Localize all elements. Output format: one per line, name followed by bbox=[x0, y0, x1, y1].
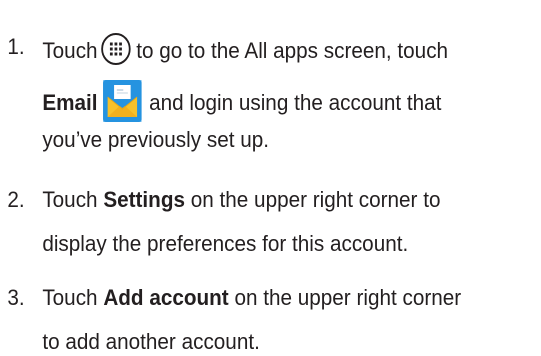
step-text: and login using the account that bbox=[149, 90, 442, 115]
all-apps-icon bbox=[101, 33, 131, 65]
step-text: on the upper right corner to bbox=[190, 187, 441, 212]
step-number: 3. bbox=[7, 285, 25, 310]
instruction-steps: 1. Touch to go to the All apps screen, to… bbox=[0, 0, 541, 355]
step-text: Touch bbox=[42, 285, 98, 310]
step-text: on the upper right corner bbox=[234, 285, 462, 310]
email-app-icon bbox=[103, 80, 142, 122]
step-text: to add another account. bbox=[42, 329, 260, 354]
step-text: to go to the All apps screen, touch bbox=[136, 38, 449, 63]
step-text: Touch bbox=[42, 187, 98, 212]
step-text: display the preferences for this account… bbox=[42, 231, 409, 256]
settings-label: Settings bbox=[103, 187, 185, 212]
step-number: 1. bbox=[7, 34, 25, 59]
add-account-label: Add account bbox=[103, 285, 229, 310]
step-text: Touch bbox=[42, 38, 98, 63]
step-number: 2. bbox=[7, 187, 25, 212]
step-text: you’ve previously set up. bbox=[42, 127, 269, 152]
email-label: Email bbox=[42, 90, 98, 115]
